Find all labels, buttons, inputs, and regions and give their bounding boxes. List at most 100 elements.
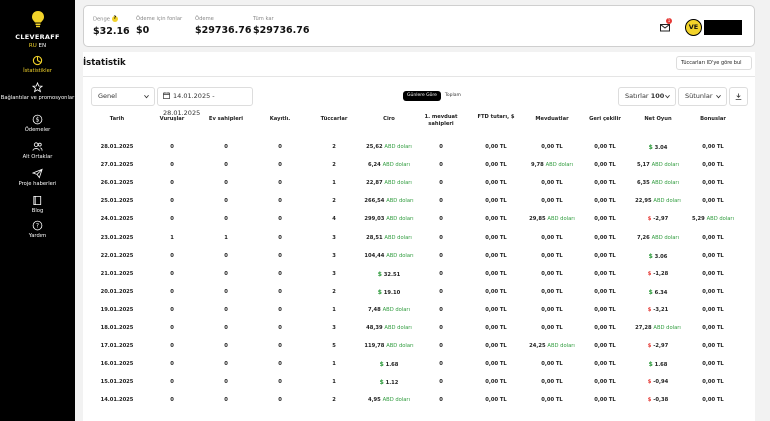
- table-cell: $ 6.34: [627, 289, 689, 296]
- column-header[interactable]: FTD tutarı, $: [471, 114, 521, 121]
- brand-logo[interactable]: CLEVERAFF RU EN: [0, 10, 75, 49]
- table-cell: 0,00 TL: [541, 325, 563, 331]
- help-icon: ?: [32, 220, 43, 231]
- table-cell: 6,35 ABD doları: [627, 180, 689, 186]
- amount: 4,95: [367, 397, 381, 404]
- stat-payment: Ödeme $29736.76: [195, 16, 252, 36]
- table-cell: 0: [439, 198, 443, 205]
- column-header[interactable]: Tarih: [87, 116, 147, 123]
- nav-item-blog[interactable]: Blog: [0, 195, 75, 214]
- table-cell: 0,00 TL: [594, 361, 616, 368]
- group-select[interactable]: Genel: [91, 87, 155, 106]
- nav-label: Yardım: [28, 233, 47, 239]
- language-switch[interactable]: RU EN: [0, 43, 75, 49]
- dollar-sign: $: [648, 144, 653, 151]
- dollar-sign: $: [647, 397, 652, 404]
- table-cell: 0: [224, 270, 228, 277]
- download-icon: [735, 93, 742, 100]
- column-header[interactable]: Ev sahipleri: [199, 116, 254, 123]
- table-cell: 0,00 TL: [485, 379, 507, 386]
- column-header[interactable]: Tüccarlar: [309, 116, 359, 123]
- search-trader-button[interactable]: Tüccarları ID'ye göre bul: [676, 56, 752, 70]
- table-cell: 0: [439, 180, 443, 187]
- column-header[interactable]: Ciro: [354, 116, 424, 123]
- table-cell: 0,00 TL: [702, 162, 724, 169]
- table-cell: 0: [278, 361, 282, 368]
- table-cell: 3: [332, 234, 336, 241]
- toggle-total[interactable]: Toplam: [441, 91, 465, 101]
- currency-label: ABD doları: [547, 216, 575, 223]
- currency-label: ABD doları: [651, 162, 680, 169]
- table-cell: 4: [332, 216, 336, 223]
- table-cell: 0,00 TL: [485, 361, 507, 368]
- table-row: 16.01.2025 0 0 0 1 $ 1.68 0 0,00 TL 0,00 TL 0,00 …: [83, 355, 755, 373]
- table-cell: 0: [439, 361, 443, 368]
- amount: 299,03: [364, 216, 385, 223]
- stat-funds-for-payment: Ödeme için fonlar $0: [136, 16, 182, 36]
- download-button[interactable]: [729, 87, 748, 106]
- table-cell: $ 1.12: [354, 379, 424, 386]
- table-cell: 0: [170, 162, 174, 169]
- amount: 6,35: [636, 180, 650, 187]
- amount: 32.51: [383, 271, 401, 278]
- table-cell: 0: [439, 270, 443, 277]
- table-cell: 0: [278, 252, 282, 259]
- column-header[interactable]: Mevduatlar: [521, 116, 583, 123]
- group-select-value: Genel: [98, 92, 117, 100]
- sidebar: CLEVERAFF RU EN İstatistikler Bağlantıla…: [0, 0, 75, 421]
- table-row: 14.01.2025 0 0 0 2 4,95 ABD doları 0 0,00 TL 0,0…: [83, 391, 755, 409]
- table-row: 18.01.2025 0 0 0 3 48,39 ABD doları 0 0,00 TL 0,…: [83, 319, 755, 337]
- table-cell: 0,00 TL: [702, 252, 724, 259]
- table-cell: 0: [278, 397, 282, 404]
- table-cell: $ 32.51: [354, 271, 424, 278]
- column-header[interactable]: Net Oyun: [627, 116, 689, 123]
- table-cell: 7,48 ABD doları: [354, 307, 424, 313]
- dollar-sign: $: [647, 270, 652, 277]
- table-cell: 0: [224, 288, 228, 295]
- table-cell: 1: [332, 361, 336, 368]
- amount: 25,62: [366, 144, 383, 150]
- nav-item-payments[interactable]: $ Ödemeler: [0, 114, 75, 133]
- dollar-sign: $: [648, 252, 653, 260]
- amount: 19.10: [383, 289, 401, 296]
- table-cell: 0: [170, 198, 174, 205]
- table-row: 20.01.2025 0 0 0 2 $ 19.10 0 0,00 TL 0,00 TL 0,00…: [83, 283, 755, 301]
- nav-item-links[interactable]: Bağlantılar ve promosyonlar: [0, 82, 75, 101]
- lang-en[interactable]: EN: [39, 43, 47, 49]
- table-cell: 0,00 TL: [702, 325, 724, 331]
- table-cell: 0,00 TL: [594, 216, 616, 223]
- table-cell: $ 3.06: [627, 253, 689, 260]
- help-icon[interactable]: ?: [111, 16, 118, 22]
- column-header[interactable]: Bonuslar: [682, 116, 744, 123]
- lang-ru[interactable]: RU: [29, 43, 37, 49]
- table-cell: $ -0,94: [627, 379, 689, 385]
- column-header[interactable]: Vuruşlar: [147, 116, 197, 123]
- toggle-by-days[interactable]: Günlere Göre: [403, 91, 441, 101]
- avatar[interactable]: VE: [685, 19, 702, 36]
- table-cell: 0: [170, 325, 174, 331]
- amount: -1,28: [653, 270, 669, 277]
- amount: 104,44: [364, 252, 385, 259]
- divider: [83, 76, 755, 77]
- table-cell: 3: [332, 252, 336, 259]
- table-cell: 0: [439, 216, 443, 223]
- nav-item-subpartners[interactable]: Alt Ortaklar: [0, 141, 75, 160]
- redacted-username: [704, 20, 742, 35]
- svg-text:$: $: [36, 117, 40, 124]
- rows-per-page-select[interactable]: Satırlar 100: [618, 87, 676, 106]
- nav-item-news[interactable]: Proje haberleri: [0, 168, 75, 187]
- table-cell: 7,26 ABD doları: [627, 235, 689, 241]
- amount: -0,38: [653, 397, 669, 404]
- table-cell: 24,25 ABD doları: [521, 343, 583, 349]
- nav-item-help[interactable]: ? Yardım: [0, 220, 75, 239]
- nav-item-statistics[interactable]: İstatistikler: [0, 55, 75, 74]
- column-header[interactable]: Geri çekilir: [583, 116, 628, 123]
- columns-select[interactable]: Sütunlar: [678, 87, 727, 106]
- table-cell: 0: [439, 162, 443, 169]
- lightbulb-icon: [31, 11, 44, 28]
- table-cell: 0,00 TL: [485, 162, 507, 169]
- date-range-picker[interactable]: 14.01.2025 - 28.01.2025: [157, 87, 253, 117]
- column-header[interactable]: 1. mevduat sahipleri: [415, 114, 467, 127]
- dollar-sign: $: [647, 343, 652, 350]
- column-header[interactable]: Kayıtlı.: [255, 116, 305, 123]
